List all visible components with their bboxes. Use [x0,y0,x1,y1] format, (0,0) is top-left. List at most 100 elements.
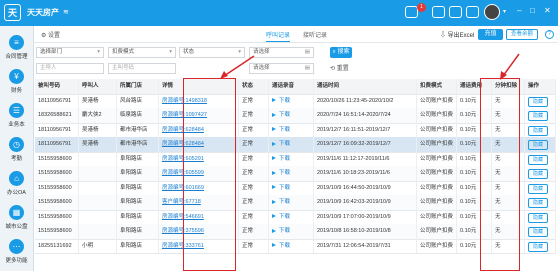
view-balance-button[interactable]: 查看余额 [506,29,538,40]
detail-link[interactable]: 房源编号:333761 [162,243,204,249]
date-end-input[interactable]: 请选择 ▤ [249,63,314,74]
mail-icon[interactable] [466,6,479,18]
table-row[interactable]: 18110956791 吴港杨 都市港华店 房源编号:628484 正常 下载 2019/1… [35,122,556,138]
column-header[interactable]: 详情 [159,79,239,94]
column-header[interactable]: 扣费模式 [417,79,457,94]
play-icon[interactable] [272,228,276,233]
called-number-input[interactable]: 主叫号码 [108,63,176,74]
tab-answer-records[interactable]: 接听记录 [303,30,327,39]
sidebar-item-office[interactable]: ⌂ 办公OA [0,168,33,202]
close-icon[interactable]: ✕ [544,6,551,16]
minimize-icon[interactable]: – [517,6,521,16]
sidebar-item-finance[interactable]: ¥ 财务 [0,66,33,100]
column-header[interactable]: 所属门店 [117,79,159,94]
table-row[interactable]: 18326588621 麝大侠2 临泉路店 房源编号:1097427 正常 下载 2020/… [35,108,556,124]
play-icon[interactable] [272,156,276,161]
table-row[interactable]: 15155958600 阜阳路店 房源编号:375596 正常 下载 2019/10/8 … [35,224,556,240]
sidebar-item-attendance[interactable]: ◷ 考勤 [0,134,33,168]
play-icon[interactable] [272,98,276,103]
deduct-mode-select[interactable]: 扣费模式 ▾ [108,47,176,58]
hide-button[interactable]: 隐藏 [528,241,549,252]
play-icon[interactable] [272,141,276,146]
download-link[interactable]: 下载 [279,141,290,147]
user-avatar[interactable] [484,4,500,20]
hide-button[interactable]: 隐藏 [528,96,549,107]
export-excel-button[interactable]: ⇩ 导出Excel [440,30,474,39]
help-icon[interactable]: ? [545,30,554,39]
detail-link[interactable]: 房源编号:1498318 [162,98,207,104]
column-header[interactable]: 操作 [525,79,556,94]
recharge-button[interactable]: 充值 [478,29,503,40]
column-header[interactable]: 分钟扣除 [492,79,525,94]
tab-call-records[interactable]: 呼叫记录 [266,30,291,42]
table-row[interactable]: 18110956791 吴港杨 都市港华店 房源编号:628484 正常 下载 2019/1… [35,137,556,153]
play-icon[interactable] [272,199,276,204]
table-row[interactable]: 15155958600 阜阳路店 客户编号:67718 正常 下载 2019/10/9 1… [35,195,556,211]
download-link[interactable]: 下载 [279,214,290,220]
phone-icon[interactable] [432,6,445,18]
detail-link[interactable]: 房源编号:375596 [162,228,204,234]
detail-link[interactable]: 客户编号:67718 [162,199,201,205]
sidebar-item-city[interactable]: ▦ 城市公盘 [0,202,33,236]
column-header[interactable]: 通话录音 [269,79,314,94]
column-header[interactable]: 呼叫人 [79,79,117,94]
table-row[interactable]: 18255131692 小明 阜阳路店 房源编号:333761 正常 下载 2019/7/3… [35,238,556,254]
column-header[interactable]: 通话费用 [457,79,492,94]
sidebar: ≡ 合同管理 ¥ 财务 ☰ 业务本 ◷ 考勤 ⌂ 办公OA ▦ 城市公盘 ⋯ 更… [0,26,34,271]
hide-button[interactable]: 隐藏 [528,111,549,121]
play-icon[interactable] [272,112,276,117]
caller-input[interactable]: 主呼人 [36,63,104,74]
hide-button[interactable]: 隐藏 [528,212,549,223]
hide-button[interactable]: 隐藏 [528,183,549,194]
download-link[interactable]: 下载 [279,98,290,104]
search-button[interactable]: ⌕ 搜索 [330,47,352,58]
detail-link[interactable]: 房源编号:628484 [162,141,204,147]
column-header[interactable]: 通话时间 [314,79,417,94]
detail-link[interactable]: 房源编号:601669 [162,185,204,191]
status-select[interactable]: 状态 ▾ [179,47,245,58]
column-header[interactable]: 状态 [239,79,269,94]
play-icon[interactable] [272,127,276,132]
cell-minute-deduct: 无 [492,209,525,224]
table-row[interactable]: 18110956791 吴港杨 风台路店 房源编号:1498318 正常 下载 2020/1… [35,93,556,109]
play-icon[interactable] [272,214,276,219]
hide-button[interactable]: 隐藏 [528,125,549,136]
download-link[interactable]: 下载 [279,156,290,162]
table-row[interactable]: 15155958600 阜阳路店 房源编号:601669 正常 下载 2019/10/9 … [35,180,556,196]
download-link[interactable]: 下载 [279,228,290,234]
table-row[interactable]: 15155958600 阜阳路店 房源编号:605599 正常 下载 2019/11/6 … [35,166,556,182]
hide-button[interactable]: 隐藏 [528,169,549,179]
download-link[interactable]: 下载 [279,127,290,133]
user-menu-caret-icon[interactable]: ▾ [503,8,506,15]
download-link[interactable]: 下载 [279,112,290,118]
message-icon[interactable] [449,6,462,18]
table-row[interactable]: 15155958600 阜阳路店 房源编号:546691 正常 下载 2019/10/9 … [35,209,556,225]
detail-link[interactable]: 房源编号:1097427 [162,112,207,118]
hide-button[interactable]: 隐藏 [528,154,549,165]
detail-link[interactable]: 房源编号:605291 [162,156,204,162]
column-header[interactable]: 被叫号码 [35,79,79,94]
maximize-icon[interactable]: □ [530,6,535,16]
detail-link[interactable]: 房源编号:628484 [162,127,204,133]
play-icon[interactable] [272,243,276,248]
sidebar-item-contracts[interactable]: ≡ 合同管理 [0,32,33,66]
sidebar-item-business[interactable]: ☰ 业务本 [0,100,33,134]
play-icon[interactable] [272,170,276,175]
download-link[interactable]: 下载 [279,185,290,191]
detail-link[interactable]: 房源编号:605599 [162,170,204,176]
detail-link[interactable]: 房源编号:546691 [162,214,204,220]
reset-button[interactable]: ⟲ 重置 [330,63,349,72]
hide-button[interactable]: 隐藏 [528,140,549,150]
dept-select[interactable]: 选择部门 ▾ [36,47,104,58]
table-row[interactable]: 15155958600 阜阳路店 房源编号:605291 正常 下载 2019/11/6 … [35,151,556,167]
download-link[interactable]: 下载 [279,170,290,176]
hide-button[interactable]: 隐藏 [528,198,549,208]
sidebar-item-more[interactable]: ⋯ 更多功能 [0,236,33,270]
download-link[interactable]: 下载 [279,243,290,249]
hide-button[interactable]: 隐藏 [528,227,549,237]
cell-deduct-mode: 公司账户扣费 [417,108,457,123]
download-link[interactable]: 下载 [279,199,290,205]
settings-link[interactable]: ⚙ 设置 [41,30,60,39]
play-icon[interactable] [272,185,276,190]
date-start-input[interactable]: 请选择 ▤ [249,47,314,58]
